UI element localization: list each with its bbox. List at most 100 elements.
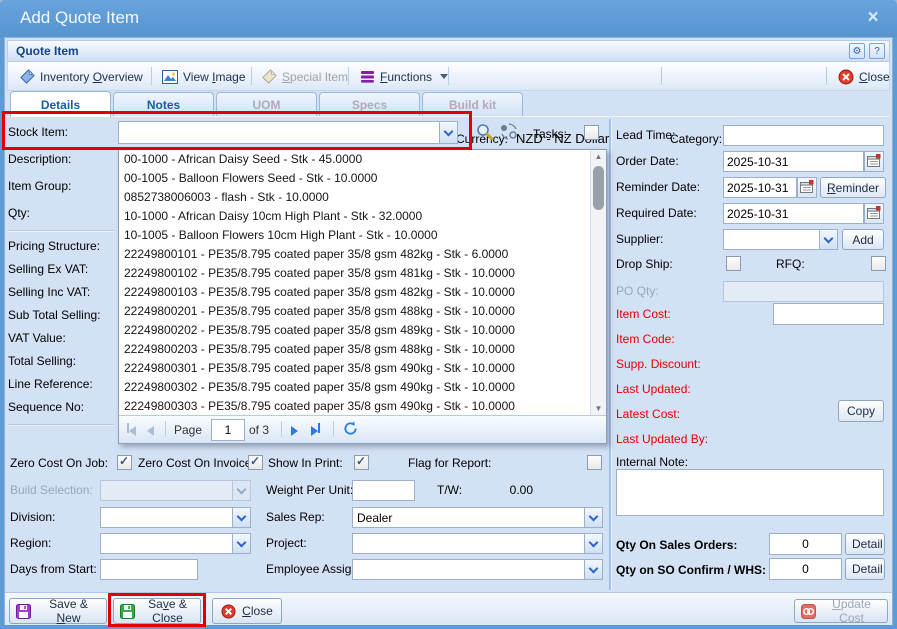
save-icon [120,604,135,619]
scrollbar-thumb[interactable] [593,166,604,210]
view-image-button[interactable]: View Image [158,66,250,87]
chevron-down-icon [584,560,602,579]
titlebar-close-icon[interactable]: × [861,6,885,30]
flag-for-report-checkbox[interactable] [587,455,602,470]
field-label: Item Group: [8,173,116,200]
list-item[interactable]: 0852738006003 - flash - Stk - 10.0000 [119,188,590,207]
save-and-new-button[interactable]: Save & New [9,598,107,624]
zero-cost-invoice-checkbox[interactable] [248,455,263,470]
search-icon[interactable] [475,122,495,143]
drop-ship-label: Drop Ship: [616,257,673,271]
save-and-close-button[interactable]: Save & Close [113,598,201,624]
stock-item-combo[interactable] [118,121,458,144]
field-label: Line Reference: [8,373,116,396]
required-date-input[interactable] [723,203,864,224]
scroll-down-icon[interactable]: ▼ [591,402,606,416]
divider [8,230,114,232]
region-combo[interactable] [100,533,251,554]
calendar-icon[interactable] [864,203,884,224]
list-pager: Page of 3 [119,415,606,443]
project-label: Project: [266,536,307,550]
build-selection-combo [100,480,251,501]
stock-item-list: 00-1000 - African Daisy Seed - Stk - 45.… [119,150,590,416]
order-date-input[interactable] [723,151,864,172]
zero-cost-job-label: Zero Cost On Job: [10,456,108,470]
sales-rep-combo[interactable]: Dealer [352,507,603,528]
tasks-checkbox[interactable] [584,125,599,140]
list-item[interactable]: 00-1000 - African Daisy Seed - Stk - 45.… [119,150,590,169]
zero-cost-job-checkbox[interactable] [117,455,132,470]
list-item[interactable]: 22249800303 - PE35/8.795 coated paper 35… [119,397,590,416]
employee-assigned-combo[interactable] [352,559,603,580]
supplier-label: Supplier: [616,232,663,246]
rfq-checkbox[interactable] [871,256,886,271]
po-qty-label: PO Qty: [616,284,659,298]
advanced-lookup-icon[interactable] [498,122,522,143]
calendar-icon[interactable] [797,177,817,198]
internal-note-textarea[interactable] [616,469,884,516]
lead-time-input[interactable] [723,125,884,146]
copy-button[interactable]: Copy [838,400,884,422]
project-combo[interactable] [352,533,603,554]
page-input[interactable] [211,419,245,441]
required-date-label: Required Date: [616,206,697,220]
field-label: VAT Value: [8,327,116,350]
item-cost-input[interactable] [773,303,884,325]
gear-icon[interactable]: ⚙ [849,43,865,59]
sales-rep-label: Sales Rep: [266,510,325,524]
pager-last-button[interactable] [311,423,325,435]
quote-item-panel-header: Quote Item ⚙ ? [7,40,890,62]
flag-for-report-label: Flag for Report: [408,456,491,470]
combo-dropdown-button[interactable] [439,122,457,143]
list-item[interactable]: 22249800302 - PE35/8.795 coated paper 35… [119,378,590,397]
zero-cost-invoice-label: Zero Cost On Invoice: [138,456,255,470]
tab-details[interactable]: Details [10,91,111,117]
calendar-icon[interactable] [864,151,884,172]
list-item[interactable]: 22249800201 - PE35/8.795 coated paper 35… [119,302,590,321]
qty-so-confirm-input[interactable] [769,558,842,580]
days-from-start-input[interactable] [100,559,198,580]
add-supplier-button[interactable]: Add [842,229,884,250]
list-item[interactable]: 22249800301 - PE35/8.795 coated paper 35… [119,359,590,378]
list-item[interactable]: 22249800202 - PE35/8.795 coated paper 35… [119,321,590,340]
item-code-label: Item Code: [616,332,675,346]
tab-notes[interactable]: Notes [113,92,214,116]
order-date-label: Order Date: [616,154,679,168]
tab-uom: UOM [216,92,317,116]
inventory-overview-button[interactable]: Inventory Overview [16,66,147,87]
special-item-button: Special Item [258,66,352,87]
pager-first-button [127,423,141,435]
qty-so-confirm-detail-button[interactable]: Detail [845,558,885,580]
qty-sales-orders-detail-button[interactable]: Detail [845,533,885,555]
qty-sales-orders-input[interactable] [769,533,842,555]
division-combo[interactable] [100,507,251,528]
reminder-date-input[interactable] [723,177,797,198]
list-scrollbar[interactable]: ▲ ▼ [590,150,606,416]
list-item[interactable]: 22249800103 - PE35/8.795 coated paper 35… [119,283,590,302]
list-item[interactable]: 22249800203 - PE35/8.795 coated paper 35… [119,340,590,359]
drop-ship-checkbox[interactable] [726,256,741,271]
toolbar-separator [448,67,449,85]
help-icon[interactable]: ? [869,43,885,59]
refresh-icon[interactable] [343,421,357,433]
weight-per-unit-input[interactable] [352,480,415,501]
supplier-combo[interactable] [723,229,838,250]
toolbar-close-button[interactable]: Close [834,66,894,87]
list-item[interactable]: 22249800101 - PE35/8.795 coated paper 35… [119,245,590,264]
field-label: Total Selling: [8,350,116,373]
pager-next-button[interactable] [291,423,305,435]
divider [8,424,114,426]
close-button[interactable]: Close [212,598,282,624]
list-item[interactable]: 00-1005 - Balloon Flowers Seed - Stk - 1… [119,169,590,188]
field-label: Sub Total Selling: [8,304,116,327]
window-title: Add Quote Item [20,8,139,28]
days-from-start-label: Days from Start: [10,562,97,576]
toolbar-separator [251,67,252,85]
list-item[interactable]: 10-1005 - Balloon Flowers 10cm High Plan… [119,226,590,245]
list-item[interactable]: 22249800102 - PE35/8.795 coated paper 35… [119,264,590,283]
functions-menu-button[interactable]: Functions [356,66,452,87]
scroll-up-icon[interactable]: ▲ [591,150,606,164]
list-item[interactable]: 10-1000 - African Daisy 10cm High Plant … [119,207,590,226]
show-in-print-checkbox[interactable] [354,455,369,470]
reminder-button[interactable]: Reminder [820,177,886,198]
